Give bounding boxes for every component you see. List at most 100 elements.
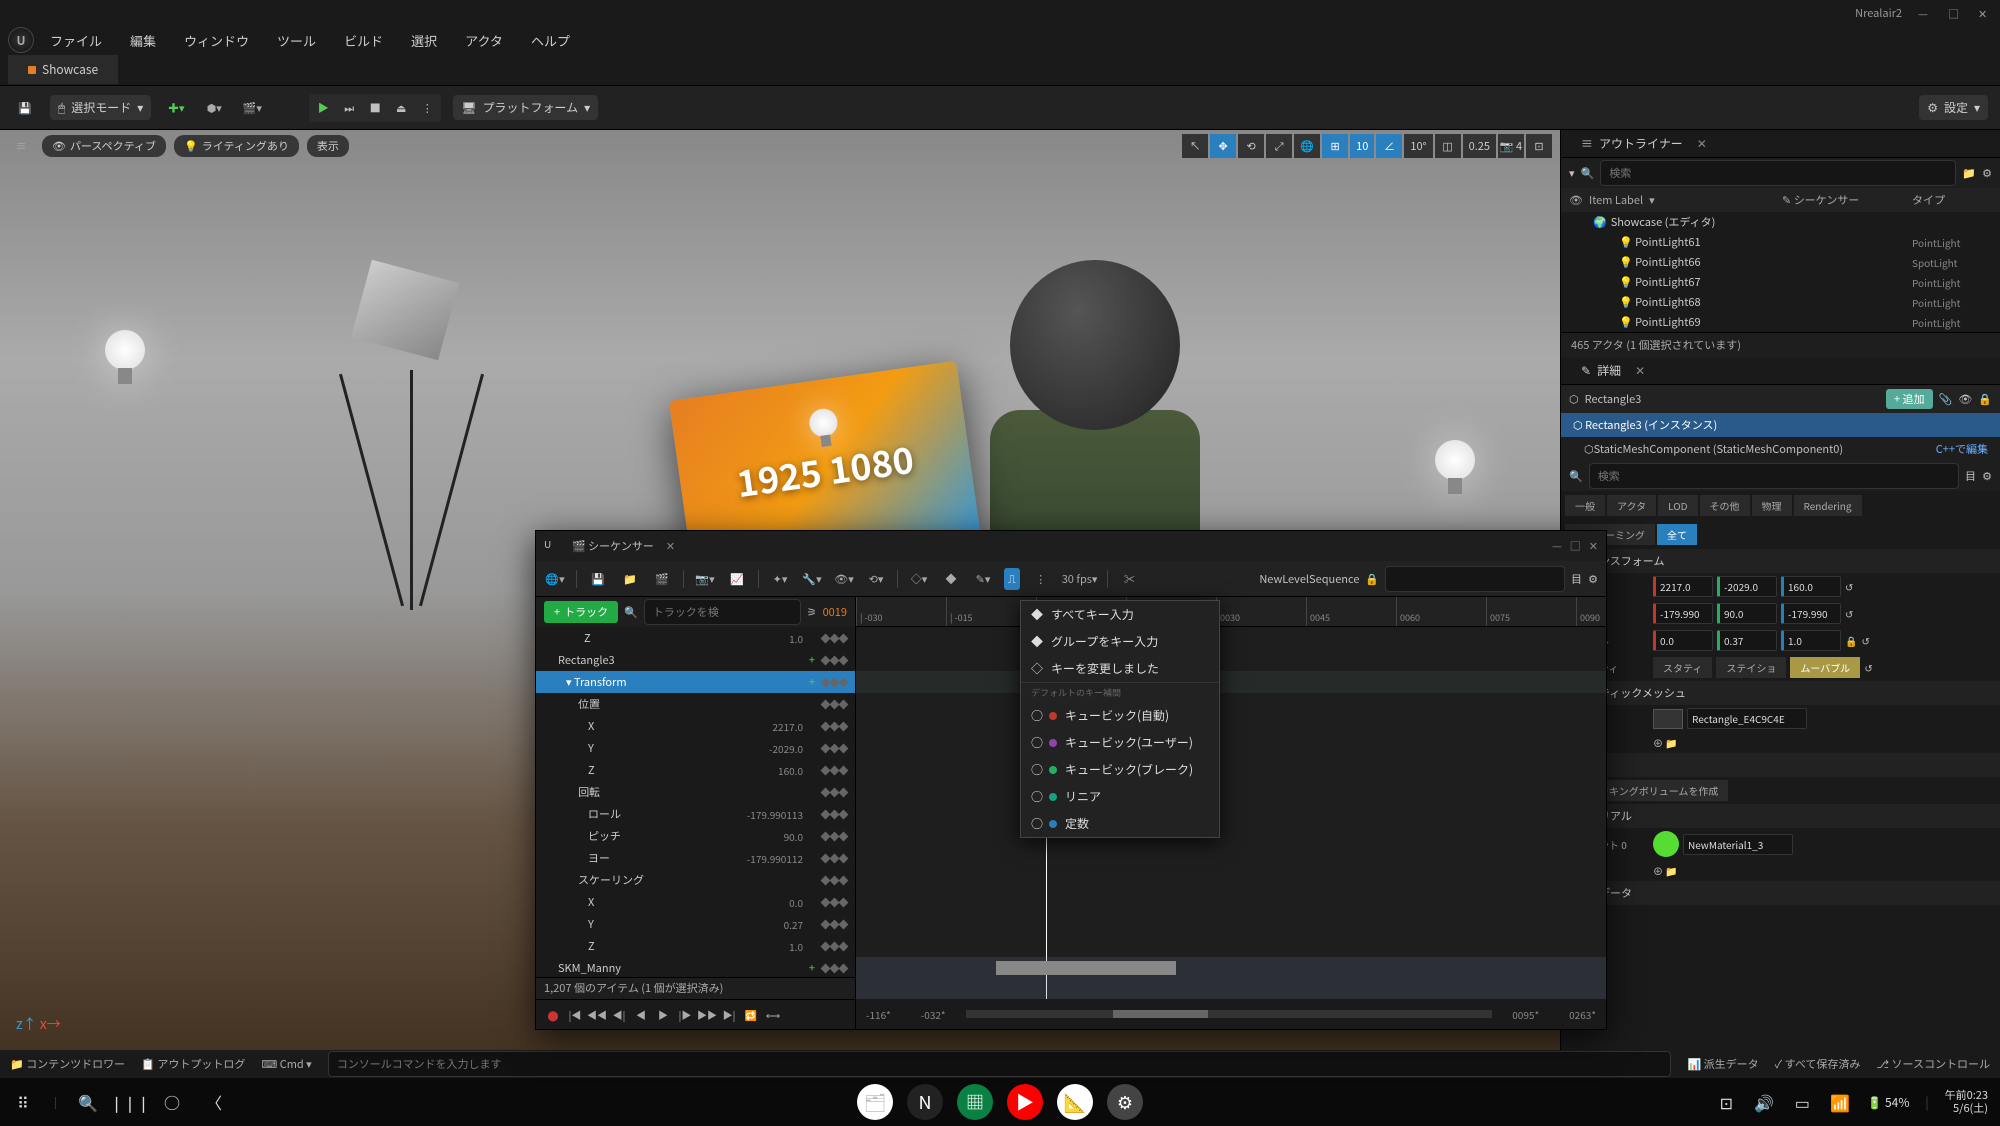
scale-y[interactable]: 0.37 — [1717, 630, 1777, 651]
crop-icon[interactable]: ✂ — [1118, 568, 1140, 590]
filter-icon[interactable]: ⚞ — [807, 604, 817, 620]
sheets-app-icon[interactable]: ▦ — [957, 1084, 993, 1120]
outliner-tab[interactable]: ≡ アウトライナー✕ — [1569, 131, 1719, 156]
static-mesh-section[interactable]: ▾ スタティックメッシュ — [1561, 681, 2000, 705]
autokey-icon[interactable]: ◆ — [940, 568, 962, 590]
gear-icon[interactable]: ⚙ — [1588, 571, 1598, 587]
hierarchy-icon[interactable]: 👁 — [1958, 391, 1972, 407]
cinematics-icon[interactable]: 🎬▾ — [239, 95, 265, 121]
menu-build[interactable]: ビルド — [332, 27, 395, 54]
tree-row[interactable]: 💡 PointLight61PointLight — [1561, 232, 2000, 252]
clock[interactable]: 午前0:23 5/6(土) — [1945, 1089, 1988, 1115]
reset-icon[interactable]: ↺ — [1845, 579, 1853, 594]
scale-x[interactable]: 0.0 — [1653, 630, 1713, 651]
back-icon[interactable]: 〈 — [203, 1091, 225, 1113]
goto-start-button[interactable]: |◀ — [566, 1006, 584, 1024]
lock-icon[interactable]: 🔒 — [1978, 391, 1992, 407]
source-control-button[interactable]: ⎇ ソースコントロール — [1876, 1056, 1990, 1072]
tree-row[interactable]: 💡 PointLight68PointLight — [1561, 292, 2000, 312]
material-field[interactable]: NewMaterial1_3 — [1683, 834, 1793, 855]
timeline-row[interactable] — [856, 825, 1606, 847]
derived-data-button[interactable]: 📊 派生データ — [1687, 1056, 1758, 1072]
console-input[interactable] — [328, 1051, 1672, 1077]
cast-icon[interactable]: ▭ — [1791, 1091, 1813, 1113]
col-sequencer[interactable]: ✎ シーケンサー — [1782, 192, 1912, 208]
add-track-button[interactable]: + トラック — [544, 601, 618, 623]
lighting-chip[interactable]: 💡 ライティングあり — [174, 135, 299, 157]
play-button[interactable]: ▶ — [311, 96, 335, 120]
material-thumbnail[interactable] — [1653, 831, 1679, 857]
menu-item[interactable]: ○キュービック(自動) — [1021, 702, 1219, 729]
loop-button[interactable]: 🔁 — [742, 1006, 760, 1024]
timeline-row[interactable] — [856, 737, 1606, 759]
stop-button[interactable]: ■ — [363, 96, 387, 120]
minimize-icon[interactable]: — — [1552, 538, 1562, 554]
mobility-movable[interactable]: ムーバブル — [1790, 657, 1860, 678]
viewport-menu-icon[interactable]: ≡ — [8, 133, 34, 159]
mesh-thumbnail[interactable] — [1653, 709, 1683, 729]
record-button[interactable]: ⬤ — [544, 1006, 562, 1024]
lock-icon[interactable]: 🔒 — [1365, 571, 1379, 587]
snap-value[interactable]: 10 — [1350, 134, 1374, 158]
menu-actor[interactable]: アクタ — [453, 27, 515, 54]
browse-icon[interactable]: ⊕ 📁 — [1653, 863, 1678, 878]
settings-dropdown[interactable]: ⚙設定▾ — [1919, 95, 1988, 120]
timeline-row[interactable] — [856, 957, 1606, 979]
close-icon[interactable]: ✕ — [1978, 6, 1992, 20]
location-x[interactable]: 2217.0 — [1653, 576, 1713, 597]
details-search-input[interactable] — [1589, 463, 1959, 489]
coord-space-icon[interactable]: 🌐 — [1294, 134, 1320, 158]
material-section[interactable]: ▾ マテリアル — [1561, 804, 2000, 828]
track-row[interactable]: Y0.27 — [536, 913, 855, 935]
mesh-asset-field[interactable]: Rectangle_E4C9C4E — [1687, 708, 1807, 729]
timeline-ruler[interactable]: | -030| -0150000001500300045006000750090 — [856, 597, 1606, 627]
select-tool-icon[interactable]: ↖ — [1182, 134, 1208, 158]
prev-key-button[interactable]: ◀| — [610, 1006, 628, 1024]
menu-item[interactable]: ◆すべてキー入力 — [1021, 601, 1219, 628]
step-back-button[interactable]: ◀◀ — [588, 1006, 606, 1024]
location-z[interactable]: 160.0 — [1781, 576, 1841, 597]
blueprint-icon[interactable]: ⬢▾ — [201, 95, 227, 121]
curve-editor-icon[interactable]: 📈 — [726, 568, 748, 590]
play-options[interactable]: ⋮ — [415, 96, 439, 120]
show-chip[interactable]: 表示 — [307, 135, 349, 157]
camera-icon[interactable]: 📷▾ — [694, 568, 716, 590]
current-frame[interactable]: 0019 — [823, 604, 847, 620]
gear-icon[interactable]: ⚙ — [1982, 165, 1992, 181]
translate-tool-icon[interactable]: ✥ — [1210, 134, 1236, 158]
scale-snap-icon[interactable]: ◫ — [1435, 134, 1461, 158]
mobility-static[interactable]: スタティ — [1653, 657, 1712, 678]
skip-button[interactable]: ⏭ — [337, 96, 361, 120]
menu-item[interactable]: ○キュービック(ブレーク) — [1021, 756, 1219, 783]
maximize-viewport-icon[interactable]: ⊡ — [1526, 134, 1552, 158]
track-row[interactable]: 位置 — [536, 693, 855, 715]
timeline-row[interactable] — [856, 627, 1606, 649]
range-start[interactable]: -116* — [866, 1007, 891, 1022]
component-static-mesh[interactable]: ⬡ StaticMeshComponent (StaticMeshCompone… — [1561, 437, 2000, 461]
timeline-row[interactable] — [856, 693, 1606, 715]
tree-root[interactable]: Showcase (エディタ) — [1611, 214, 1716, 230]
save-all-button[interactable]: ✓ すべて保存済み — [1775, 1056, 1861, 1072]
tab-showcase[interactable]: Showcase — [8, 55, 118, 84]
timeline-row[interactable] — [856, 935, 1606, 957]
menu-item[interactable]: ◆グループをキー入力 — [1021, 628, 1219, 655]
add-key-icon[interactable]: + — [809, 960, 815, 976]
gear-icon[interactable]: ⚙ — [1982, 468, 1992, 484]
track-row[interactable]: スケーリング — [536, 869, 855, 891]
tree-row[interactable]: 💡 PointLight69PointLight — [1561, 312, 2000, 332]
notion-app-icon[interactable]: N — [907, 1084, 943, 1120]
filter-tab[interactable]: LOD — [1658, 495, 1697, 516]
scale-z[interactable]: 1.0 — [1781, 630, 1841, 651]
output-log-button[interactable]: 📋 アウトプットログ — [141, 1056, 245, 1072]
tree-row[interactable]: 💡 PointLight66SpotLight — [1561, 252, 2000, 272]
folder-icon[interactable]: 📁 — [1962, 165, 1976, 181]
timeline-row[interactable] — [856, 759, 1606, 781]
track-row[interactable]: Z1.0 — [536, 627, 855, 649]
derived-data-section[interactable]: ▾ 派生データ — [1561, 881, 2000, 905]
browse-icon[interactable]: 📎 — [1939, 391, 1953, 407]
tree-row[interactable]: 💡 PointLight67PointLight — [1561, 272, 2000, 292]
view-start[interactable]: -032* — [921, 1007, 946, 1022]
timeline-row[interactable] — [856, 979, 1606, 1001]
timeline-row[interactable] — [856, 869, 1606, 891]
filter-tab[interactable]: Rendering — [1794, 495, 1862, 516]
